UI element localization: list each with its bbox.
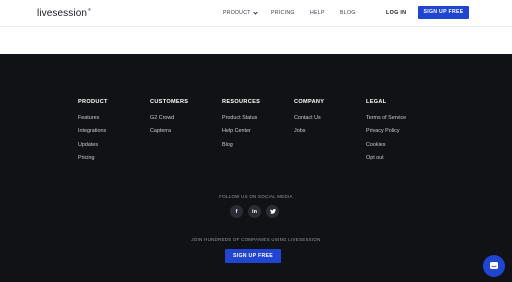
nav-pricing[interactable]: PRICING bbox=[271, 10, 295, 16]
chevron-down-icon bbox=[253, 9, 258, 15]
footer-link-help-center[interactable]: Help Center bbox=[222, 128, 260, 134]
nav-help[interactable]: HELP bbox=[310, 10, 325, 16]
footer-link-jobs[interactable]: Jobs bbox=[294, 128, 324, 134]
join-label: JOIN HUNDREDS OF COMPANIES USING LIVESES… bbox=[191, 237, 321, 242]
footer-column-product: PRODUCT Features Integrations Updates Pr… bbox=[78, 99, 108, 168]
footer-link-pricing[interactable]: Pricing bbox=[78, 155, 108, 161]
logo[interactable]: livesession® bbox=[37, 7, 92, 19]
footer-link-g2-crowd[interactable]: G2 Crowd bbox=[150, 115, 188, 121]
nav-product[interactable]: PRODUCT bbox=[223, 9, 258, 16]
footer-link-terms[interactable]: Terms of Service bbox=[366, 115, 406, 121]
footer-column-title: COMPANY bbox=[294, 99, 325, 105]
top-navbar: livesession® PRODUCT PRICING HELP BLOG L… bbox=[0, 0, 512, 27]
logo-text: livesession bbox=[37, 8, 88, 19]
footer-column-title: LEGAL bbox=[366, 99, 387, 105]
linkedin-icon[interactable]: in bbox=[248, 205, 261, 218]
chat-bubble-glyph bbox=[490, 262, 498, 269]
social-links: f in bbox=[230, 205, 279, 218]
chat-icon[interactable] bbox=[483, 255, 505, 277]
login-link[interactable]: LOG IN bbox=[386, 10, 406, 16]
footer-link-contact-us[interactable]: Contact Us bbox=[294, 115, 324, 121]
signup-button-footer[interactable]: SIGN UP FREE bbox=[225, 249, 281, 263]
follow-label: FOLLOW US ON SOCIAL MEDIA bbox=[219, 194, 293, 199]
footer-link-updates[interactable]: Updates bbox=[78, 142, 108, 148]
footer-link-product-status[interactable]: Product Status bbox=[222, 115, 260, 121]
signup-button-header[interactable]: SIGN UP FREE bbox=[418, 6, 469, 19]
footer-column-title: RESOURCES bbox=[222, 99, 261, 105]
nav-blog[interactable]: BLOG bbox=[340, 10, 356, 16]
nav-product-label: PRODUCT bbox=[223, 10, 251, 16]
footer-link-opt-out[interactable]: Opt out bbox=[366, 155, 406, 161]
footer-link-privacy[interactable]: Privacy Policy bbox=[366, 128, 406, 134]
facebook-icon[interactable]: f bbox=[230, 205, 243, 218]
footer-column-title: CUSTOMERS bbox=[150, 99, 189, 105]
twitter-icon[interactable] bbox=[266, 205, 279, 218]
footer-link-capterra[interactable]: Capterra bbox=[150, 128, 188, 134]
footer-column-resources: RESOURCES Product Status Help Center Blo… bbox=[222, 99, 260, 155]
footer-column-title: PRODUCT bbox=[78, 99, 108, 105]
footer-column-customers: CUSTOMERS G2 Crowd Capterra bbox=[150, 99, 188, 142]
footer-column-company: COMPANY Contact Us Jobs bbox=[294, 99, 324, 142]
footer-link-blog[interactable]: Blog bbox=[222, 142, 260, 148]
footer-link-integrations[interactable]: Integrations bbox=[78, 128, 108, 134]
footer-column-legal: LEGAL Terms of Service Privacy Policy Co… bbox=[366, 99, 406, 168]
page: livesession® PRODUCT PRICING HELP BLOG L… bbox=[0, 0, 512, 282]
twitter-bird-glyph bbox=[269, 209, 276, 214]
footer: PRODUCT Features Integrations Updates Pr… bbox=[0, 54, 512, 282]
logo-mark: ® bbox=[88, 7, 92, 12]
footer-link-features[interactable]: Features bbox=[78, 115, 108, 121]
footer-link-cookies[interactable]: Cookies bbox=[366, 142, 406, 148]
